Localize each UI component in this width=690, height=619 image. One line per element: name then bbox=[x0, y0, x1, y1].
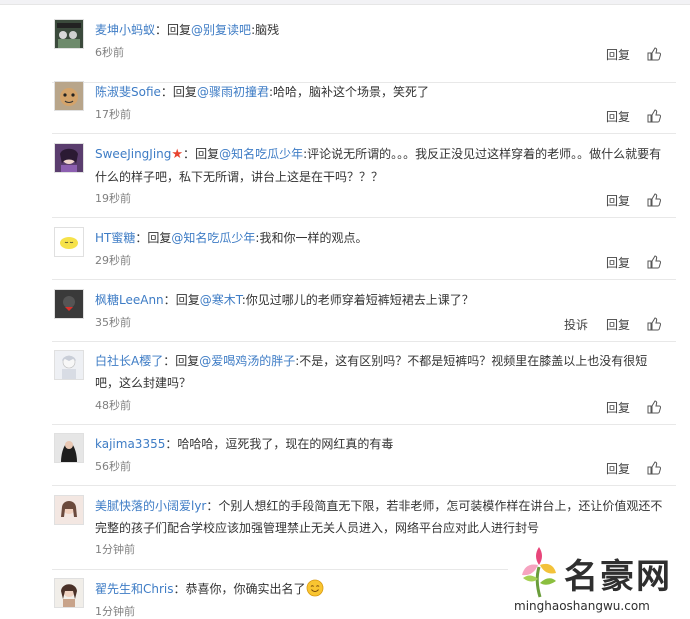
comment-text: :哈哈，脑补这个场景，笑死了 bbox=[268, 85, 429, 99]
mention-link[interactable]: @寒木T bbox=[200, 293, 242, 307]
reply-prefix: 回复 bbox=[172, 85, 197, 99]
reply-prefix: 回复 bbox=[167, 23, 192, 37]
separator: ： bbox=[135, 231, 148, 245]
comment-text: :你见过哪儿的老师穿着短裤短裙去上课了？ bbox=[241, 293, 474, 307]
reply-button[interactable]: 回复 bbox=[606, 108, 630, 125]
separator: ： bbox=[155, 23, 168, 37]
thumbs-up-icon[interactable] bbox=[646, 254, 662, 270]
mention-link[interactable]: @知名吃瓜少年 bbox=[219, 147, 303, 161]
thumbs-up-icon[interactable] bbox=[646, 316, 662, 332]
separator: ： bbox=[206, 499, 219, 513]
username-link[interactable]: 白社长A樱了 bbox=[95, 354, 163, 368]
avatar[interactable] bbox=[54, 143, 84, 173]
divider bbox=[52, 133, 676, 134]
username-link[interactable]: 麦坤小蚂蚁 bbox=[95, 23, 155, 37]
reply-button[interactable]: 回复 bbox=[606, 399, 630, 416]
username-link[interactable]: 陈淑斐Sofie bbox=[95, 85, 161, 99]
brand-name: 名豪网 bbox=[564, 557, 672, 597]
timestamp: 56秒前 bbox=[95, 460, 131, 473]
timestamp: 1分钟前 bbox=[95, 605, 135, 618]
comment-text: 哈哈哈，逗死我了，现在的网红真的有毒 bbox=[177, 437, 394, 451]
divider bbox=[52, 217, 676, 218]
separator: ： bbox=[173, 582, 186, 596]
avatar[interactable] bbox=[54, 19, 84, 49]
mention-link[interactable]: @爱喝鸡汤的胖子 bbox=[199, 354, 295, 368]
separator: ： bbox=[183, 147, 196, 161]
separator: ： bbox=[163, 293, 176, 307]
reply-prefix: 回复 bbox=[147, 231, 172, 245]
report-button[interactable]: 投诉 bbox=[564, 316, 588, 333]
mention-link[interactable]: @骤雨初撞君 bbox=[197, 85, 269, 99]
divider bbox=[52, 485, 676, 486]
timestamp: 29秒前 bbox=[95, 254, 131, 267]
username-link[interactable]: 美腻快落的小阔爱lyr bbox=[95, 499, 206, 513]
reply-button[interactable]: 回复 bbox=[606, 192, 630, 209]
reply-button[interactable]: 回复 bbox=[606, 316, 630, 333]
username-link[interactable]: 枫糖LeeAnn bbox=[95, 293, 164, 307]
username-link[interactable]: SweeJingJing bbox=[95, 147, 171, 161]
thumbs-up-icon[interactable] bbox=[646, 108, 662, 124]
comment-text: :脑残 bbox=[251, 23, 280, 37]
timestamp: 1分钟前 bbox=[95, 543, 135, 556]
username-link[interactable]: 翟先生和Chris bbox=[95, 582, 174, 596]
avatar[interactable] bbox=[54, 227, 84, 257]
divider bbox=[52, 341, 676, 342]
username-link[interactable]: HT蜜糖 bbox=[95, 231, 135, 245]
mention-link[interactable]: @知名吃瓜少年 bbox=[171, 231, 255, 245]
reply-button[interactable]: 回复 bbox=[606, 46, 630, 63]
smile-emoji-icon bbox=[306, 579, 324, 597]
timestamp: 19秒前 bbox=[95, 192, 131, 205]
comment-list: 麦坤小蚂蚁：回复@别复读吧:脑残 6秒前 回复 陈淑斐Sofie：回复@骤雨初撞… bbox=[0, 0, 690, 618]
avatar[interactable] bbox=[54, 289, 84, 319]
reply-prefix: 回复 bbox=[175, 293, 200, 307]
avatar[interactable] bbox=[54, 495, 84, 525]
timestamp: 35秒前 bbox=[95, 316, 131, 329]
reply-button[interactable]: 回复 bbox=[606, 460, 630, 477]
thumbs-up-icon[interactable] bbox=[646, 399, 662, 415]
brand-url: minghaoshangwu.com bbox=[514, 599, 650, 613]
timestamp: 6秒前 bbox=[95, 46, 124, 59]
comment-text: :我和你一样的观点。 bbox=[255, 231, 368, 245]
reply-prefix: 回复 bbox=[175, 354, 200, 368]
avatar[interactable] bbox=[54, 578, 84, 608]
brand-logo-icon bbox=[518, 543, 560, 601]
avatar[interactable] bbox=[54, 350, 84, 380]
avatar[interactable] bbox=[54, 433, 84, 463]
divider bbox=[52, 424, 676, 425]
thumbs-up-icon[interactable] bbox=[646, 192, 662, 208]
separator: ： bbox=[163, 354, 176, 368]
mention-link[interactable]: @别复读吧 bbox=[191, 23, 251, 37]
watermark: 名豪网 minghaoshangwu.com bbox=[508, 541, 690, 618]
separator: ： bbox=[160, 85, 173, 99]
avatar[interactable] bbox=[54, 81, 84, 111]
star-badge-icon: ★ bbox=[171, 147, 184, 162]
timestamp: 17秒前 bbox=[95, 108, 131, 121]
reply-prefix: 回复 bbox=[195, 147, 220, 161]
reply-button[interactable]: 回复 bbox=[606, 254, 630, 271]
divider bbox=[52, 279, 676, 280]
thumbs-up-icon[interactable] bbox=[646, 46, 662, 62]
timestamp: 48秒前 bbox=[95, 399, 131, 412]
thumbs-up-icon[interactable] bbox=[646, 460, 662, 476]
separator: ： bbox=[165, 437, 178, 451]
comment-text: 恭喜你，你确实出名了 bbox=[185, 582, 306, 596]
username-link[interactable]: kajima3355 bbox=[95, 437, 165, 451]
